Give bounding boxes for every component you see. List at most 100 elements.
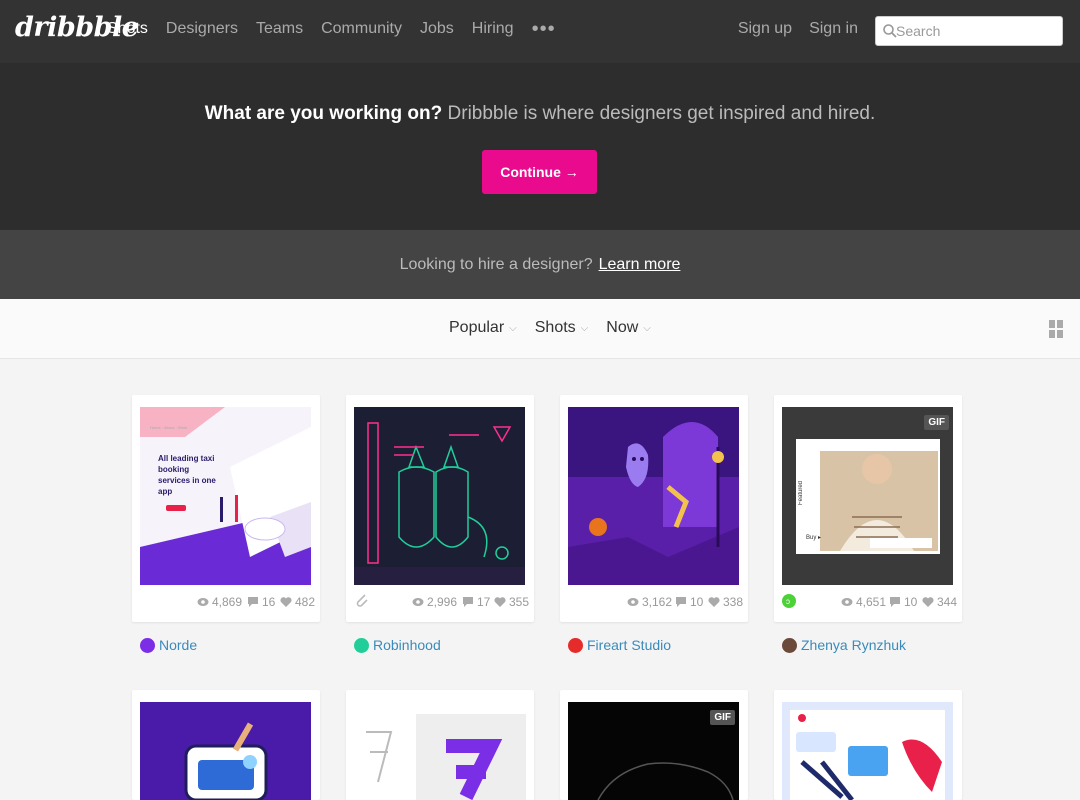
shot-card[interactable]: GIF xyxy=(560,690,748,800)
shot-stats: ↄ 4,651 10 344 xyxy=(782,592,957,611)
signup-link[interactable]: Sign up xyxy=(738,20,792,38)
hero-question: What are you working on? xyxy=(204,103,443,124)
learn-more-link[interactable]: Learn more xyxy=(599,256,681,273)
shot-card[interactable]: 2,996 17 355 xyxy=(346,395,534,622)
shot-thumbnail[interactable] xyxy=(354,407,525,585)
attachment-icon[interactable] xyxy=(354,592,370,610)
views-count: 4,651 xyxy=(856,595,887,609)
shot-author[interactable]: Norde xyxy=(140,637,197,653)
hero-tagline: Dribbble is where designers get inspired… xyxy=(447,103,876,124)
filter-popular-label: Popular xyxy=(449,319,505,336)
comments-count: 10 xyxy=(690,595,704,609)
nav-links: Shots Designers Teams Community Jobs Hir… xyxy=(107,19,556,39)
svg-text:Buy ▸: Buy ▸ xyxy=(806,535,821,541)
neon-cats-illustration xyxy=(354,407,525,585)
eye-icon xyxy=(627,598,639,606)
shot-card[interactable] xyxy=(346,690,534,800)
shot-thumbnail[interactable]: Home · About · Work All leading taxi boo… xyxy=(140,407,311,585)
shot-card[interactable] xyxy=(132,690,320,800)
filter-now-label: Now xyxy=(606,319,639,336)
shot-thumbnail[interactable] xyxy=(782,702,953,800)
avatar xyxy=(140,637,155,653)
comments-count: 10 xyxy=(904,595,918,609)
nav-community[interactable]: Community xyxy=(321,20,402,38)
views-count: 2,996 xyxy=(427,595,458,609)
eye-icon xyxy=(412,598,424,606)
shot-thumbnail[interactable]: GIF xyxy=(568,702,739,800)
team-badge-icon[interactable]: ↄ xyxy=(782,592,798,610)
halloween-illustration xyxy=(568,407,739,585)
filter-now[interactable]: Now ⌵ xyxy=(606,319,651,337)
shot-card[interactable]: 3,162 10 338 xyxy=(560,395,748,622)
chevron-down-icon: ⌵ xyxy=(509,322,517,334)
shot-card[interactable] xyxy=(774,690,962,800)
shot-stats: 4,869 16 482 xyxy=(140,595,315,611)
views-count: 4,869 xyxy=(212,595,243,609)
shot-stats: 3,162 10 338 xyxy=(568,595,743,611)
eye-icon xyxy=(841,598,853,606)
comment-icon xyxy=(676,597,686,607)
shot-card[interactable]: Home · About · Work All leading taxi boo… xyxy=(132,395,320,622)
likes-count: 344 xyxy=(937,595,958,609)
chevron-down-icon: ⌵ xyxy=(643,322,651,334)
number-seven-illustration xyxy=(346,702,534,800)
hero-headline: What are you working on? Dribbble is whe… xyxy=(0,103,1080,125)
likes-count: 482 xyxy=(295,595,316,609)
heart-icon[interactable] xyxy=(494,596,506,608)
shot-stats: 2,996 17 355 xyxy=(354,592,529,611)
chevron-down-icon: ⌵ xyxy=(580,322,589,334)
filter-shots[interactable]: Shots ⌵ xyxy=(535,319,589,337)
heart-icon[interactable] xyxy=(708,596,720,608)
nav-shots[interactable]: Shots xyxy=(107,20,148,38)
nav-teams[interactable]: Teams xyxy=(256,20,303,38)
shot-card[interactable]: Buy ▸ Featured GIF ↄ 4,651 10 344 xyxy=(774,395,962,622)
hire-text: Looking to hire a designer? xyxy=(399,256,593,273)
shot-author[interactable]: Fireart Studio xyxy=(568,637,671,653)
gif-badge: GIF xyxy=(924,415,949,430)
comments-count: 16 xyxy=(262,595,276,609)
search-box[interactable] xyxy=(875,16,1063,46)
signin-link[interactable]: Sign in xyxy=(809,20,858,38)
more-menu-icon[interactable]: ••• xyxy=(532,19,556,39)
search-input[interactable] xyxy=(896,20,1056,42)
author-name: Zhenya Rynzhuk xyxy=(801,637,907,653)
eye-icon xyxy=(197,598,209,606)
gif-badge: GIF xyxy=(710,710,735,725)
shot-thumbnail[interactable] xyxy=(346,702,534,800)
shot-thumb-caption: Featured xyxy=(798,480,804,505)
nav-designers[interactable]: Designers xyxy=(166,20,238,38)
shot-thumb-caption: All leading taxi booking services in one… xyxy=(158,454,216,496)
filter-shots-label: Shots xyxy=(534,319,576,336)
avatar xyxy=(354,637,369,653)
avatar xyxy=(782,637,797,653)
filter-bar: Popular ⌵ Shots ⌵ Now ⌵ xyxy=(0,299,1080,359)
svg-text:Home · About · Work: Home · About · Work xyxy=(150,425,187,430)
likes-count: 355 xyxy=(509,595,530,609)
hero-banner: What are you working on? Dribbble is whe… xyxy=(0,63,1080,230)
continue-button[interactable]: Continue → xyxy=(482,150,597,194)
shot-thumbnail[interactable] xyxy=(568,407,739,585)
author-name: Norde xyxy=(159,637,198,653)
grid-view-icon[interactable] xyxy=(1049,320,1063,338)
top-nav: dribbble Shots Designers Teams Community… xyxy=(0,0,1080,63)
nav-jobs[interactable]: Jobs xyxy=(420,20,454,38)
auth-links: Sign up Sign in xyxy=(721,20,858,38)
shot-author[interactable]: Robinhood xyxy=(354,637,441,653)
author-name: Robinhood xyxy=(373,637,441,653)
social-media-illustration xyxy=(782,702,953,800)
comment-icon xyxy=(890,597,900,607)
filter-popular[interactable]: Popular ⌵ xyxy=(449,319,517,337)
shot-thumbnail[interactable]: Buy ▸ Featured GIF xyxy=(782,407,953,585)
comment-icon xyxy=(248,597,258,607)
shot-thumbnail[interactable] xyxy=(140,702,311,800)
nav-hiring[interactable]: Hiring xyxy=(472,20,514,38)
avatar xyxy=(568,637,583,653)
author-name: Fireart Studio xyxy=(587,637,672,653)
views-count: 3,162 xyxy=(642,595,673,609)
fashion-illustration: Buy ▸ xyxy=(782,407,953,585)
heart-icon[interactable] xyxy=(280,596,292,608)
heart-icon[interactable] xyxy=(922,596,934,608)
comments-count: 17 xyxy=(477,595,491,609)
shot-author[interactable]: Zhenya Rynzhuk xyxy=(782,637,906,653)
travel-bag-illustration xyxy=(140,702,311,800)
